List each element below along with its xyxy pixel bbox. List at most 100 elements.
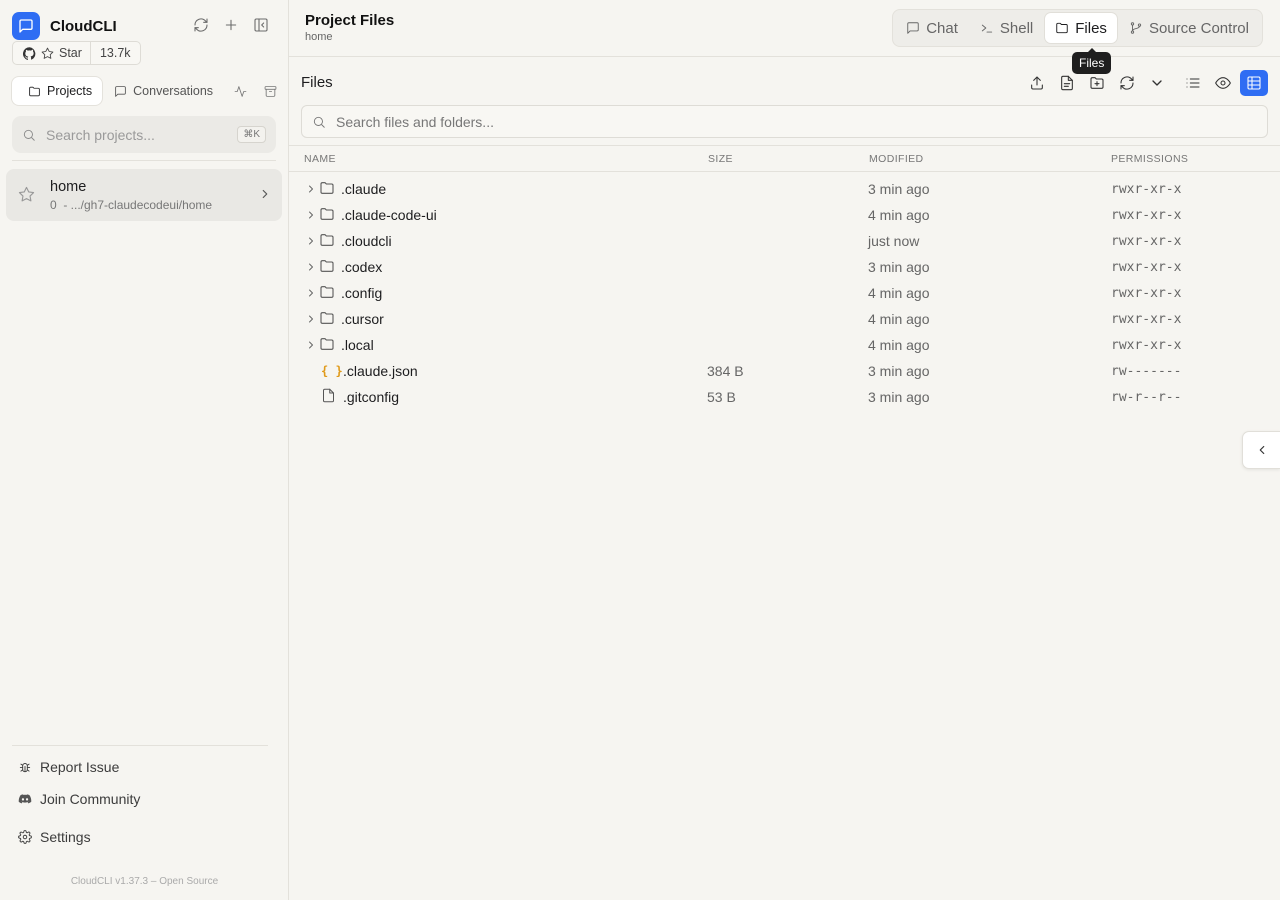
chevron-right-icon[interactable] xyxy=(305,261,317,273)
column-name[interactable]: NAME xyxy=(304,153,336,165)
chevron-right-icon[interactable] xyxy=(305,235,317,247)
file-permissions: rwxr-xr-x xyxy=(1111,312,1182,327)
expand-panel-button[interactable] xyxy=(1242,431,1280,469)
folder-icon xyxy=(319,336,335,352)
github-star-widget[interactable]: Star 13.7k xyxy=(12,41,141,65)
tab-source-control[interactable]: Source Control xyxy=(1119,13,1259,43)
table-row[interactable]: .config 4 min ago rwxr-xr-x xyxy=(289,280,1280,306)
table-row[interactable]: .claude 3 min ago rwxr-xr-x xyxy=(289,176,1280,202)
file-permissions: rw-r--r-- xyxy=(1111,390,1182,405)
file-modified: 4 min ago xyxy=(868,337,930,353)
chevron-down-icon[interactable] xyxy=(1142,70,1172,96)
table-row[interactable]: .local 4 min ago rwxr-xr-x xyxy=(289,332,1280,358)
project-path: 0 - .../gh7-claudecodeui/home xyxy=(50,198,213,212)
message-icon xyxy=(906,21,920,35)
star-outline-icon xyxy=(41,47,54,60)
mode-tabs: Chat Shell Files Source Control xyxy=(892,9,1263,47)
settings-label: Settings xyxy=(40,829,91,845)
activity-icon[interactable] xyxy=(227,77,253,105)
project-item-home[interactable]: home 0 - .../gh7-claudecodeui/home xyxy=(6,169,282,221)
tab-shell[interactable]: Shell xyxy=(970,13,1043,43)
tab-conversations[interactable]: Conversations xyxy=(106,77,223,105)
divider xyxy=(12,160,276,161)
star-label: Star xyxy=(59,46,82,60)
file-modified: 3 min ago xyxy=(868,259,930,275)
archive-icon[interactable] xyxy=(257,77,283,105)
page-subtitle: home xyxy=(305,31,333,43)
tab-projects[interactable]: Projects xyxy=(12,77,103,105)
join-community-link[interactable]: Join Community xyxy=(18,791,140,807)
page-title: Project Files xyxy=(305,12,395,29)
column-modified[interactable]: MODIFIED xyxy=(869,153,924,165)
tab-shell-label: Shell xyxy=(999,19,1034,37)
files-toolbar xyxy=(1022,70,1268,96)
table-row[interactable]: .claude-code-ui 4 min ago rwxr-xr-x xyxy=(289,202,1280,228)
table-row[interactable]: { } .claude.json 384 B 3 min ago rw------- xyxy=(289,358,1280,384)
folder-icon xyxy=(319,180,335,196)
file-modified: 3 min ago xyxy=(868,363,930,379)
chevron-left-icon xyxy=(1255,443,1269,457)
table-row[interactable]: .codex 3 min ago rwxr-xr-x xyxy=(289,254,1280,280)
tab-chat[interactable]: Chat xyxy=(896,13,968,43)
file-size: 53 B xyxy=(707,389,736,405)
version-text: CloudCLI v1.37.3 – Open Source xyxy=(70,876,219,887)
list-view-icon[interactable] xyxy=(1178,70,1208,96)
discord-icon xyxy=(18,792,32,806)
star-icon[interactable] xyxy=(18,186,35,203)
report-issue-label: Report Issue xyxy=(40,759,120,775)
column-permissions[interactable]: PERMISSIONS xyxy=(1111,153,1188,165)
sidebar-tabs: Projects Conversations xyxy=(12,77,283,105)
brand: CloudCLI xyxy=(12,12,117,40)
header-divider xyxy=(289,56,1280,57)
file-name: .gitconfig xyxy=(343,389,400,405)
file-modified: just now xyxy=(868,233,920,249)
file-size: 384 B xyxy=(707,363,744,379)
folder-icon xyxy=(319,258,335,274)
sidebar-actions xyxy=(192,16,270,34)
folder-icon xyxy=(28,85,41,98)
tab-conversations-label: Conversations xyxy=(133,84,214,98)
project-name: home xyxy=(50,179,87,195)
folder-icon xyxy=(319,310,335,326)
file-permissions: rwxr-xr-x xyxy=(1111,260,1182,275)
search-projects-input[interactable] xyxy=(46,126,228,143)
chevron-right-icon xyxy=(258,187,272,201)
chevron-right-icon[interactable] xyxy=(305,313,317,325)
chevron-right-icon[interactable] xyxy=(305,287,317,299)
gear-icon xyxy=(18,830,32,844)
chevron-right-icon[interactable] xyxy=(305,209,317,221)
settings-link[interactable]: Settings xyxy=(18,829,91,845)
plus-icon[interactable] xyxy=(222,16,240,34)
search-files-input[interactable] xyxy=(336,113,1257,130)
tab-files[interactable]: Files xyxy=(1045,13,1117,43)
files-search xyxy=(301,105,1268,138)
main-panel: Project Files home Chat Shell Files Sour… xyxy=(289,0,1280,900)
collapse-sidebar-icon[interactable] xyxy=(252,16,270,34)
message-icon xyxy=(114,85,127,98)
table-view-icon[interactable] xyxy=(1240,70,1268,96)
file-name: .codex xyxy=(341,259,383,275)
chevron-right-icon[interactable] xyxy=(305,183,317,195)
column-size[interactable]: SIZE xyxy=(708,153,733,165)
table-row[interactable]: .cursor 4 min ago rwxr-xr-x xyxy=(289,306,1280,332)
tab-projects-label: Projects xyxy=(47,84,93,98)
file-modified: 3 min ago xyxy=(868,181,930,197)
refresh-icon[interactable] xyxy=(1112,70,1142,96)
folder-icon xyxy=(1055,21,1069,35)
eye-icon[interactable] xyxy=(1208,70,1238,96)
tab-chat-label: Chat xyxy=(926,19,958,37)
shortcut-hint: ⌘K xyxy=(237,126,266,143)
search-icon xyxy=(22,128,36,142)
project-search: ⌘K xyxy=(12,116,276,153)
file-name: .local xyxy=(341,337,374,353)
files-heading: Files xyxy=(301,74,333,91)
refresh-icon[interactable] xyxy=(192,16,210,34)
join-community-label: Join Community xyxy=(40,791,141,807)
chevron-right-icon[interactable] xyxy=(305,339,317,351)
file-name: .claude-code-ui xyxy=(341,207,437,223)
upload-icon[interactable] xyxy=(1022,70,1052,96)
table-row[interactable]: .cloudcli just now rwxr-xr-x xyxy=(289,228,1280,254)
file-name: .cursor xyxy=(341,311,384,327)
table-row[interactable]: .gitconfig 53 B 3 min ago rw-r--r-- xyxy=(289,384,1280,410)
report-issue-link[interactable]: Report Issue xyxy=(18,759,119,775)
